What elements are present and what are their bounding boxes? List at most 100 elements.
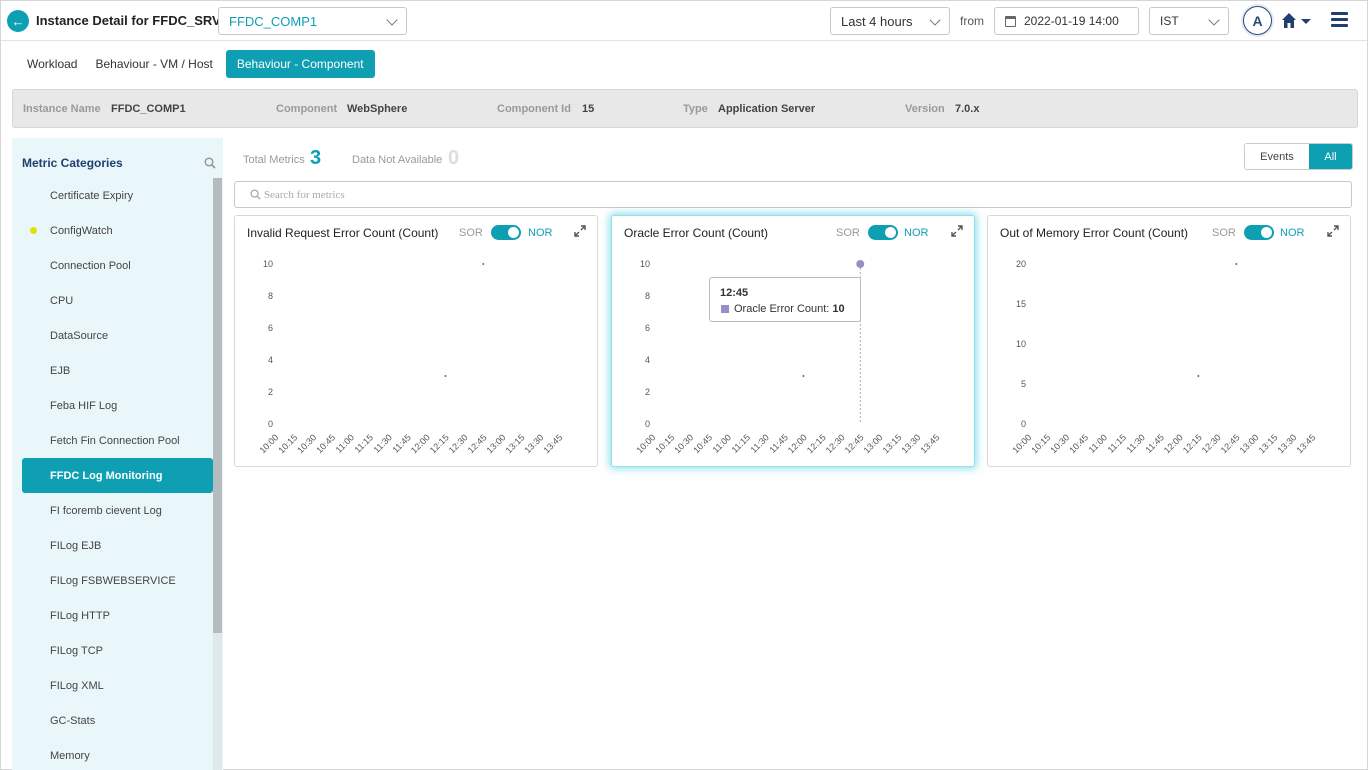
- hamburger-menu-icon[interactable]: [1331, 12, 1348, 27]
- x-tick-label: 12:30: [1200, 432, 1223, 455]
- x-tick-label: 10:45: [1067, 432, 1090, 455]
- sidebar-item-gc-stats[interactable]: GC-Stats: [12, 703, 223, 738]
- tab-behaviour-component[interactable]: Behaviour - Component: [225, 50, 375, 78]
- sidebar-item-label: EJB: [50, 364, 71, 377]
- sidebar-item-label: Certificate Expiry: [50, 189, 134, 202]
- tab-workload[interactable]: Workload: [18, 50, 86, 78]
- x-tick-label: 13:45: [541, 432, 564, 455]
- x-tick-label: 12:30: [447, 432, 470, 455]
- y-tick-label: 10: [263, 259, 273, 269]
- expand-icon[interactable]: [574, 225, 586, 237]
- sor-nor-toggle[interactable]: [491, 225, 521, 240]
- data-point[interactable]: [1235, 263, 1238, 265]
- y-tick-label: 8: [268, 291, 273, 301]
- from-date-picker[interactable]: 2022-01-19 14:00: [994, 7, 1139, 35]
- sidebar-item-filog-fsbwebservice[interactable]: FILog FSBWEBSERVICE: [12, 563, 223, 598]
- sidebar-item-label: CPU: [50, 294, 74, 307]
- sor-label: SOR: [836, 227, 860, 239]
- data-point[interactable]: [856, 260, 865, 268]
- avatar[interactable]: A: [1243, 6, 1272, 35]
- sidebar-item-label: ConfigWatch: [50, 224, 113, 237]
- sidebar-item-cpu[interactable]: CPU: [12, 283, 223, 318]
- x-tick-label: 10:15: [1029, 432, 1052, 455]
- chevron-down-icon: [386, 14, 398, 26]
- back-button[interactable]: ←: [7, 10, 29, 32]
- from-date-value: 2022-01-19 14:00: [1024, 14, 1119, 28]
- home-icon[interactable]: [1281, 12, 1313, 30]
- x-tick-label: 13:00: [485, 432, 508, 455]
- sidebar-item-ejb[interactable]: EJB: [12, 353, 223, 388]
- x-tick-label: 10:00: [1010, 432, 1033, 455]
- tooltip-time: 12:45: [720, 287, 749, 299]
- sidebar-item-certificate-expiry[interactable]: Certificate Expiry: [12, 178, 223, 213]
- sidebar-item-feba-hif-log[interactable]: Feba HIF Log: [12, 388, 223, 423]
- events-button[interactable]: Events: [1245, 144, 1309, 169]
- x-tick-label: 11:15: [353, 432, 376, 455]
- legend-swatch: [721, 305, 729, 313]
- x-tick-label: 10:30: [295, 432, 318, 455]
- expand-icon[interactable]: [951, 225, 963, 237]
- y-tick-label: 10: [1016, 339, 1026, 349]
- sidebar-item-label: GC-Stats: [50, 714, 96, 727]
- type-label: Type: [683, 103, 708, 115]
- y-tick-label: 10: [640, 259, 650, 269]
- sidebar-item-fetch-fin-connection-pool[interactable]: Fetch Fin Connection Pool: [12, 423, 223, 458]
- component-value: WebSphere: [347, 103, 408, 115]
- expand-icon[interactable]: [1327, 225, 1339, 237]
- data-point[interactable]: [1197, 375, 1200, 377]
- sidebar-item-filog-http[interactable]: FILog HTTP: [12, 598, 223, 633]
- chart-tooltip: 12:45 Oracle Error Count: 10: [709, 277, 861, 322]
- sidebar-item-configwatch[interactable]: ConfigWatch: [12, 213, 223, 248]
- tab-behaviour-vm-host[interactable]: Behaviour - VM / Host: [86, 50, 221, 78]
- time-range-select[interactable]: Last 4 hours: [830, 7, 950, 35]
- sidebar-item-label: FI fcoremb cievent Log: [50, 504, 162, 517]
- events-filter-toggle: Events All: [1244, 143, 1353, 170]
- sidebar-item-filog-ejb[interactable]: FILog EJB: [12, 528, 223, 563]
- sidebar-item-label: Connection Pool: [50, 259, 131, 272]
- total-metrics-label: Total Metrics: [243, 154, 305, 166]
- sidebar-item-fi-fcoremb-cievent-log[interactable]: FI fcoremb cievent Log: [12, 493, 223, 528]
- sidebar-item-label: FILog HTTP: [50, 609, 110, 622]
- sidebar-item-label: FILog FSBWEBSERVICE: [50, 574, 176, 587]
- y-tick-label: 4: [645, 355, 650, 365]
- component-id-value: 15: [582, 103, 595, 115]
- metric-search-input[interactable]: Search for metrics: [234, 181, 1352, 208]
- chart-title: Out of Memory Error Count (Count): [1000, 226, 1189, 240]
- sidebar-item-label: Fetch Fin Connection Pool: [50, 434, 180, 447]
- x-tick-label: 12:45: [466, 432, 489, 455]
- arrow-left-icon: ←: [11, 13, 25, 29]
- x-tick-label: 12:15: [805, 432, 828, 455]
- x-tick-label: 10:45: [314, 432, 337, 455]
- y-tick-label: 20: [1016, 259, 1026, 269]
- x-tick-label: 11:30: [371, 432, 394, 455]
- sor-nor-toggle[interactable]: [868, 225, 898, 240]
- search-icon[interactable]: [204, 157, 216, 169]
- data-point[interactable]: [802, 375, 805, 377]
- timezone-select[interactable]: IST: [1149, 7, 1229, 35]
- chart-card-out-of-memory: Out of Memory Error Count (Count) SOR NOR 0…: [987, 215, 1351, 467]
- sidebar-item-datasource[interactable]: DataSource: [12, 318, 223, 353]
- data-point[interactable]: [482, 263, 485, 265]
- scrollbar-thumb[interactable]: [213, 178, 222, 633]
- sidebar-item-memory[interactable]: Memory: [12, 738, 223, 770]
- x-tick-label: 11:45: [767, 432, 790, 455]
- x-tick-label: 11:00: [1087, 432, 1110, 455]
- component-select[interactable]: FFDC_COMP1: [218, 7, 407, 35]
- all-button[interactable]: All: [1309, 144, 1352, 169]
- data-point[interactable]: [444, 375, 447, 377]
- nor-label: NOR: [1280, 227, 1305, 239]
- calendar-icon: [1005, 15, 1016, 27]
- sor-label: SOR: [1212, 227, 1236, 239]
- page-title: Instance Detail for FFDC_SRV: [36, 13, 221, 28]
- sor-nor-toggle[interactable]: [1244, 225, 1274, 240]
- chart-card-invalid-request: Invalid Request Error Count (Count) SOR NO…: [234, 215, 598, 467]
- x-tick-label: 10:30: [1048, 432, 1071, 455]
- tab-bar: Workload Behaviour - VM / Host Behaviour…: [18, 50, 375, 78]
- total-metrics-value: 3: [310, 147, 322, 169]
- x-tick-label: 13:30: [1275, 432, 1298, 455]
- sidebar-item-ffdc-log-monitoring[interactable]: FFDC Log Monitoring: [22, 458, 213, 493]
- sidebar-item-filog-tcp[interactable]: FILog TCP: [12, 633, 223, 668]
- x-tick-label: 12:45: [843, 432, 866, 455]
- sidebar-item-connection-pool[interactable]: Connection Pool: [12, 248, 223, 283]
- sidebar-item-filog-xml[interactable]: FILog XML: [12, 668, 223, 703]
